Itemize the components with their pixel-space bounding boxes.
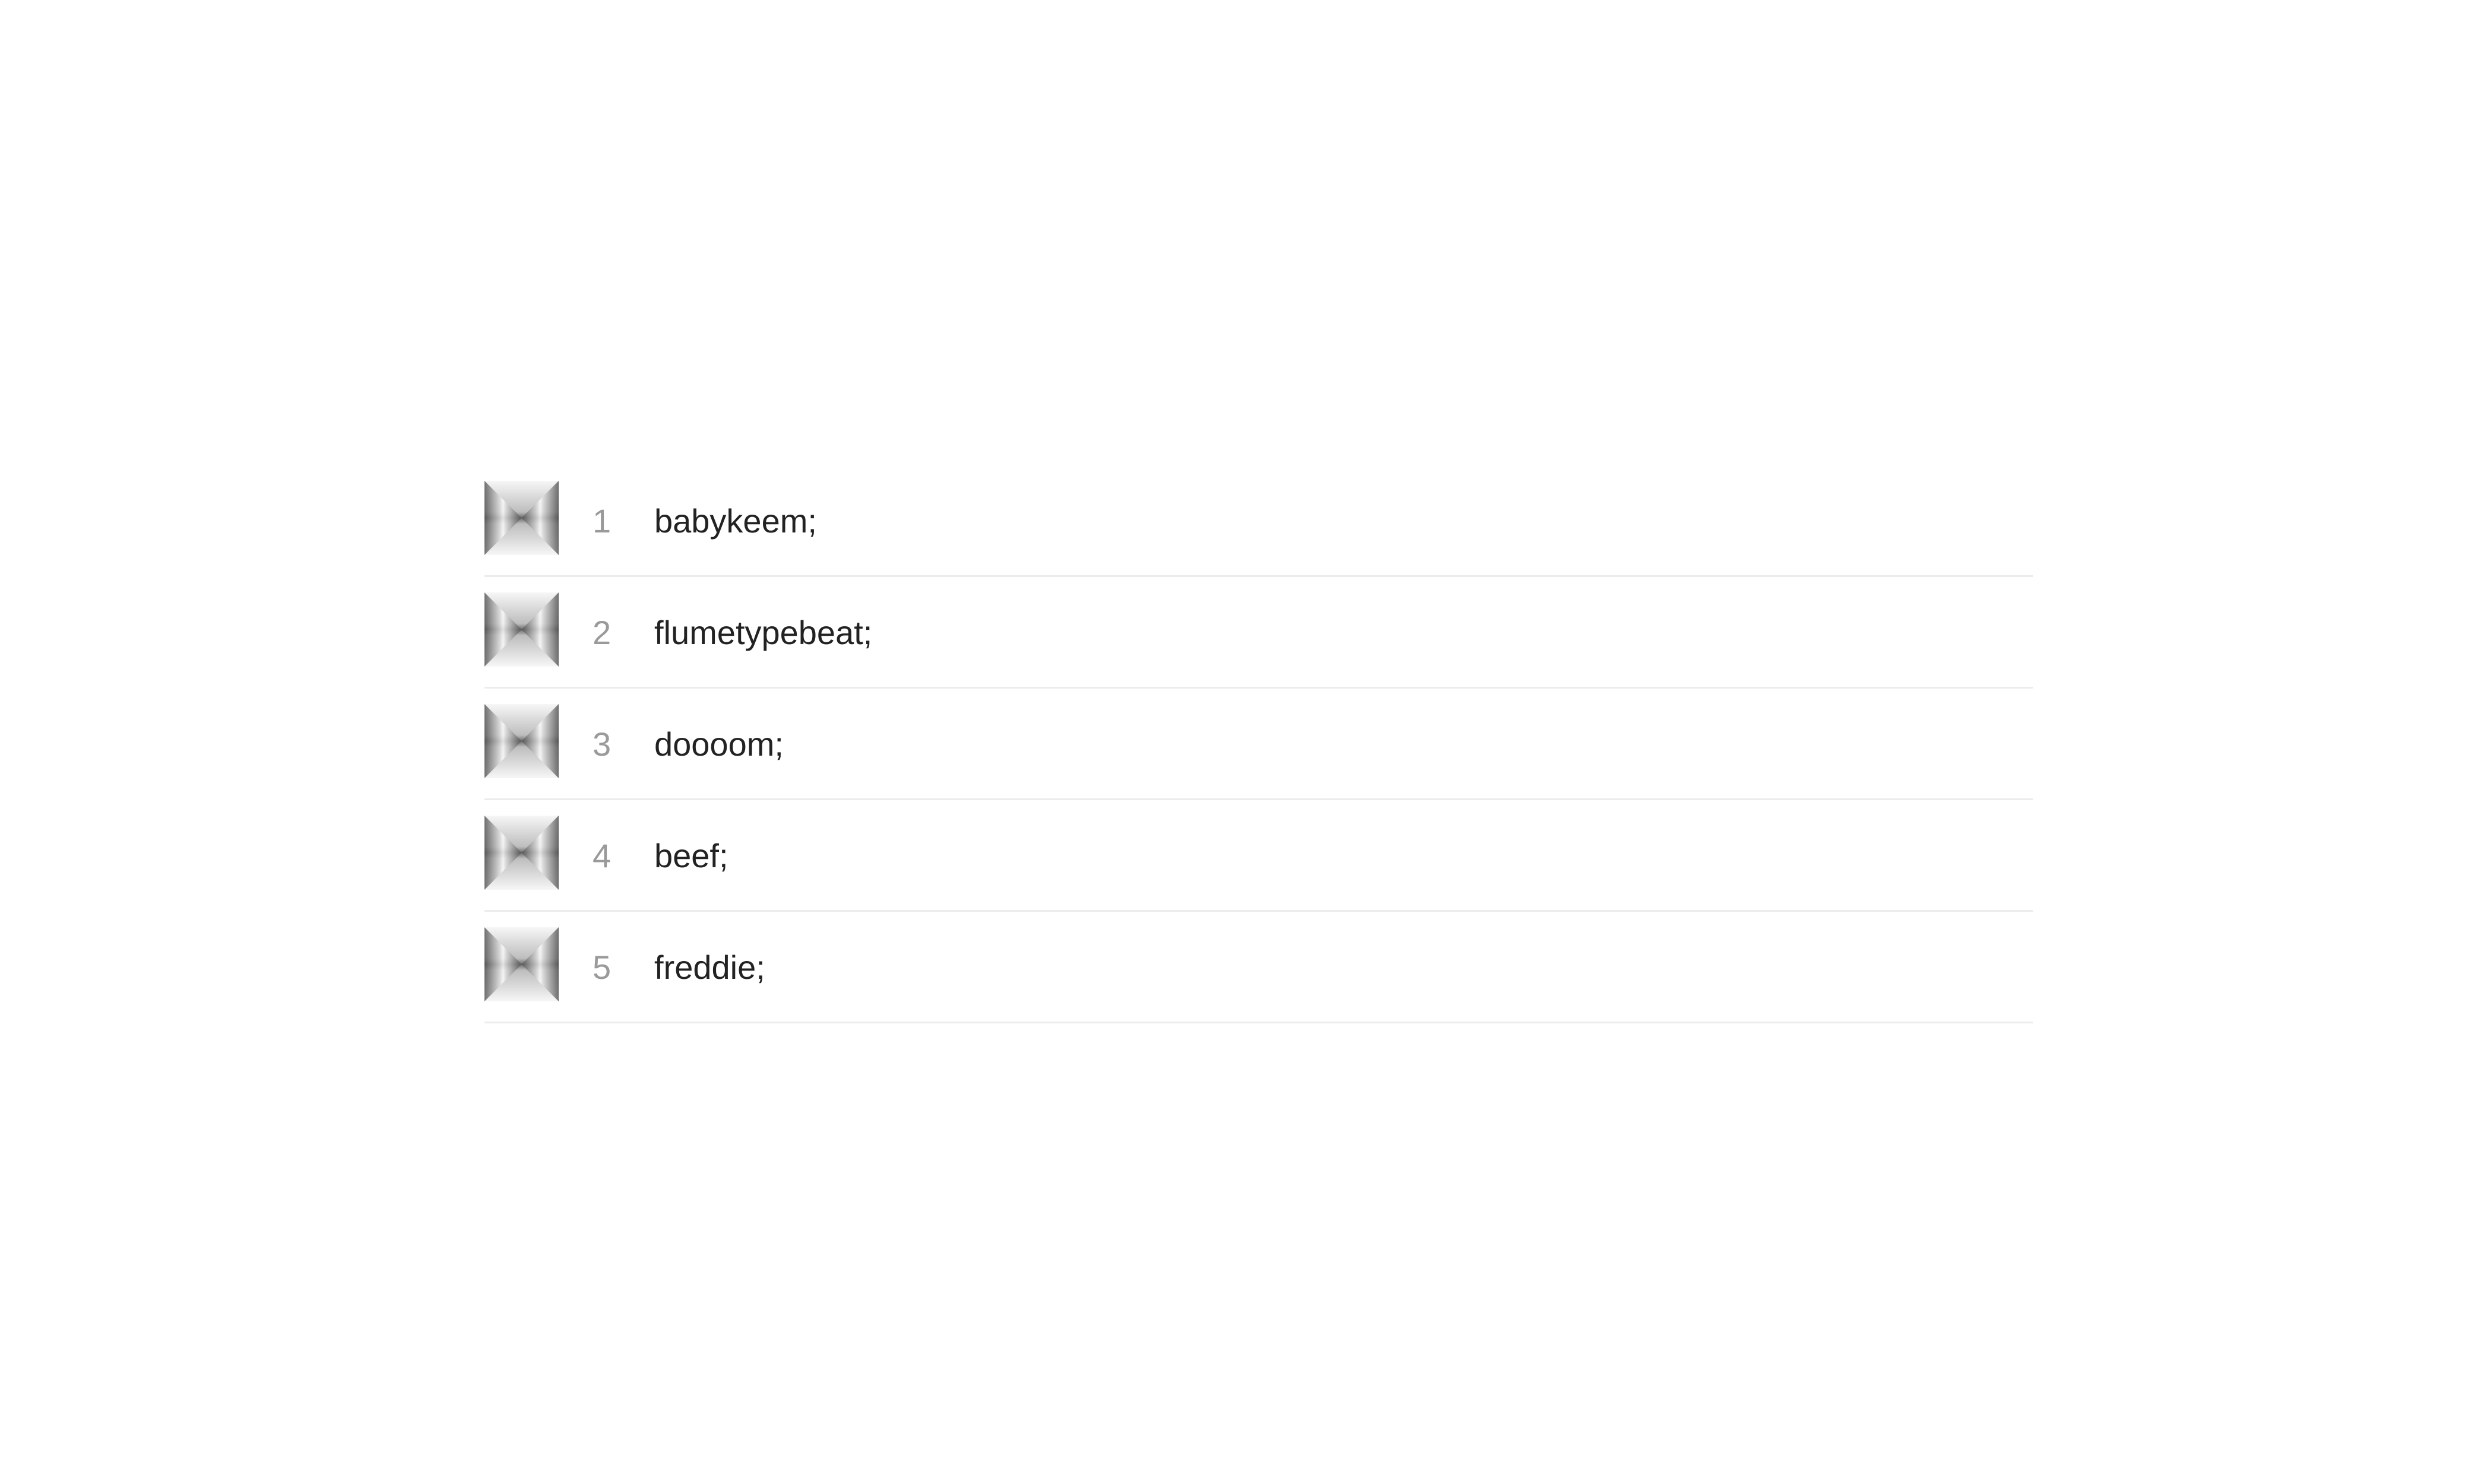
album-artwork-placeholder-icon[interactable] — [484, 816, 559, 890]
track-title[interactable]: flumetypebeat; — [654, 577, 872, 689]
track-number: 4 — [593, 837, 612, 874]
track-title[interactable]: babykeem; — [654, 465, 817, 577]
track-row[interactable]: 1 babykeem; — [484, 465, 2033, 577]
track-row[interactable]: 4 beef; — [484, 800, 2033, 912]
album-artwork-placeholder-icon[interactable] — [484, 481, 559, 555]
track-title[interactable]: beef; — [654, 800, 728, 912]
track-title[interactable]: doooom; — [654, 689, 784, 800]
album-artwork-placeholder-icon[interactable] — [484, 592, 559, 667]
track-number: 3 — [593, 725, 612, 763]
track-list: 1 babykeem; 2 flumetypebeat; 3 doooom; 4… — [484, 465, 2033, 1023]
album-artwork-placeholder-icon[interactable] — [484, 927, 559, 1001]
track-number: 1 — [593, 502, 612, 540]
track-row[interactable]: 5 freddie; — [484, 912, 2033, 1023]
track-number: 2 — [593, 614, 612, 651]
track-number: 5 — [593, 949, 612, 986]
track-row[interactable]: 2 flumetypebeat; — [484, 577, 2033, 689]
track-row[interactable]: 3 doooom; — [484, 689, 2033, 800]
album-artwork-placeholder-icon[interactable] — [484, 704, 559, 778]
track-title[interactable]: freddie; — [654, 912, 765, 1023]
